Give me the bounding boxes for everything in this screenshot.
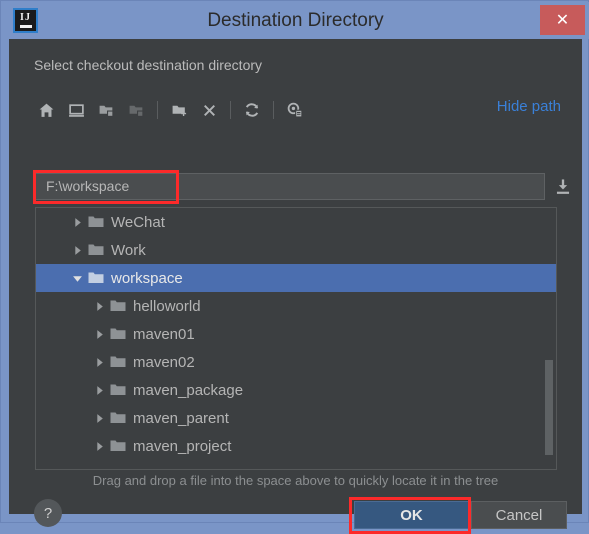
folder-icon <box>110 439 126 453</box>
close-button[interactable]: ✕ <box>540 5 585 35</box>
tree-row-label: maven_parent <box>133 409 229 427</box>
tree-row-label: maven02 <box>133 353 195 371</box>
folder-icon <box>88 243 104 257</box>
new-folder-icon[interactable] <box>164 96 194 124</box>
dialog-subtitle: Select checkout destination directory <box>34 57 263 73</box>
toolbar-separator <box>273 101 274 119</box>
tree-row[interactable]: WeChat <box>36 208 556 236</box>
chevron-right-icon[interactable] <box>70 243 84 257</box>
chevron-right-icon[interactable] <box>92 439 106 453</box>
chevron-right-icon[interactable] <box>92 411 106 425</box>
dialog-body: Select checkout destination directory Hi… <box>9 39 582 534</box>
folder-icon <box>88 271 104 285</box>
folder-down-icon <box>121 96 151 124</box>
download-icon[interactable] <box>552 176 574 198</box>
tree-row-label: maven01 <box>133 325 195 343</box>
drag-drop-hint: Drag and drop a file into the space abov… <box>92 473 499 488</box>
chevron-right-icon[interactable] <box>92 299 106 313</box>
ok-button[interactable]: OK <box>354 501 469 529</box>
folder-icon <box>110 411 126 425</box>
home-icon[interactable] <box>31 96 61 124</box>
directory-tree[interactable]: WeChat Work workspace helloworld maven01 mave… <box>35 207 557 470</box>
tree-row-label: maven_package <box>133 381 244 399</box>
tree-row-label: maven_project <box>133 437 232 455</box>
chevron-right-icon[interactable] <box>70 215 84 229</box>
desktop-icon[interactable] <box>61 96 91 124</box>
chevron-down-icon[interactable] <box>70 271 84 285</box>
path-input[interactable]: F:\workspace <box>35 173 545 200</box>
path-input-value: F:\workspace <box>46 178 130 194</box>
destination-directory-dialog: IJ Destination Directory ✕ Select checko… <box>0 0 589 534</box>
folder-icon <box>88 215 104 229</box>
cancel-button[interactable]: Cancel <box>471 501 567 529</box>
tree-row-label: helloworld <box>133 297 201 315</box>
tree-row[interactable]: Work <box>36 236 556 264</box>
folder-icon <box>110 355 126 369</box>
tree-scrollbar[interactable] <box>544 210 554 469</box>
folder-up-icon[interactable] <box>91 96 121 124</box>
folder-icon <box>110 299 126 313</box>
hide-path-link[interactable]: Hide path <box>497 98 561 115</box>
tree-row-label: workspace <box>111 269 183 287</box>
tree-rows-container: WeChat Work workspace helloworld maven01 mave… <box>36 208 556 460</box>
folder-icon <box>110 327 126 341</box>
toolbar-separator <box>230 101 231 119</box>
chevron-right-icon[interactable] <box>92 383 106 397</box>
tree-row[interactable]: helloworld <box>36 292 556 320</box>
tree-row[interactable]: workspace <box>36 264 556 292</box>
chevron-right-icon[interactable] <box>92 355 106 369</box>
folder-icon <box>110 383 126 397</box>
refresh-icon[interactable] <box>237 96 267 124</box>
tree-row-label: WeChat <box>111 213 165 231</box>
toolbar-separator <box>157 101 158 119</box>
tree-row[interactable]: maven_parent <box>36 404 556 432</box>
tree-row-label: Work <box>111 241 146 259</box>
tree-row[interactable]: maven_project <box>36 432 556 460</box>
title-bar: IJ Destination Directory ✕ <box>2 2 589 39</box>
tree-row[interactable]: maven02 <box>36 348 556 376</box>
tree-row[interactable]: maven_package <box>36 376 556 404</box>
show-hidden-files-icon[interactable] <box>280 96 310 124</box>
window-title: Destination Directory <box>207 10 384 31</box>
tree-row[interactable]: maven01 <box>36 320 556 348</box>
tree-scrollbar-thumb[interactable] <box>545 360 553 455</box>
chevron-right-icon[interactable] <box>92 327 106 341</box>
delete-icon[interactable] <box>194 96 224 124</box>
file-chooser-toolbar: Hide path <box>31 94 561 126</box>
